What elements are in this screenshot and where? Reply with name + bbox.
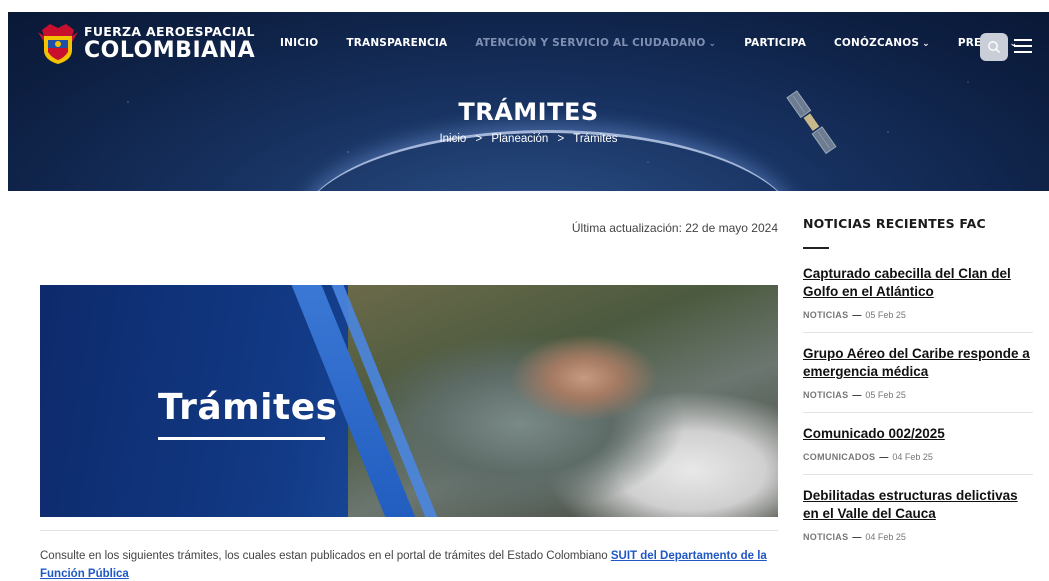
news-title-link[interactable]: Comunicado 002/2025 — [803, 425, 1033, 443]
news-date: 04 Feb 25 — [892, 452, 933, 462]
news-meta: NOTICIAS —05 Feb 25 — [803, 310, 906, 320]
nav-transparencia[interactable]: TRANSPARENCIA — [346, 37, 447, 49]
news-date: 05 Feb 25 — [865, 390, 906, 400]
news-meta: NOTICIAS —05 Feb 25 — [803, 390, 906, 400]
news-category[interactable]: COMUNICADOS — [803, 452, 875, 462]
news-item: Capturado cabecilla del Clan del Golfo e… — [803, 265, 1033, 333]
sidebar-rule — [803, 247, 829, 249]
tramites-banner: Trámites — [40, 285, 778, 517]
breadcrumb-inicio[interactable]: Inicio — [439, 133, 466, 145]
nav-conozcanos[interactable]: CONÓZCANOS ⌄ — [834, 37, 930, 49]
news-title-link[interactable]: Debilitadas estructuras delictivas en el… — [803, 487, 1033, 523]
breadcrumb: Inicio > Planeación > Trámites — [8, 133, 1049, 145]
news-category[interactable]: NOTICIAS — [803, 532, 848, 542]
nav-inicio[interactable]: INICIO — [280, 37, 318, 49]
breadcrumb-current: Trámites — [573, 133, 618, 145]
breadcrumb-separator: > — [557, 133, 565, 145]
news-date: 04 Feb 25 — [865, 532, 906, 542]
news-meta: NOTICIAS —04 Feb 25 — [803, 532, 906, 542]
news-item: Debilitadas estructuras delictivas en el… — [803, 487, 1033, 554]
site-logo[interactable]: FUERZA AEROESPACIAL COLOMBIANA — [38, 22, 255, 66]
intro-text: Consulte en los siguientes trámites, los… — [40, 550, 611, 562]
search-icon — [988, 41, 1000, 53]
news-item: Grupo Aéreo del Caribe responde a emerge… — [803, 345, 1033, 413]
news-title-link[interactable]: Grupo Aéreo del Caribe responde a emerge… — [803, 345, 1033, 381]
nav-participa[interactable]: PARTICIPA — [744, 37, 806, 49]
news-item: Comunicado 002/2025 COMUNICADOS —04 Feb 2… — [803, 425, 1033, 475]
nav-atencion-ciudadano[interactable]: ATENCIÓN Y SERVICIO AL CIUDADANO ⌄ — [475, 37, 716, 49]
banner-title: Trámites — [158, 387, 338, 428]
search-button[interactable] — [980, 33, 1008, 61]
content-divider — [40, 530, 778, 531]
news-category[interactable]: NOTICIAS — [803, 310, 848, 320]
recent-news-sidebar: NOTICIAS RECIENTES FAC Capturado cabecil… — [803, 216, 1033, 566]
banner-underline — [158, 437, 325, 440]
logo-line-2: COLOMBIANA — [84, 37, 256, 63]
satellite-icon — [786, 90, 837, 155]
chevron-down-icon: ⌄ — [708, 39, 717, 49]
chevron-down-icon: ⌄ — [922, 39, 930, 49]
breadcrumb-separator: > — [475, 133, 483, 145]
logo-line-1: FUERZA AEROESPACIAL — [84, 24, 255, 40]
site-header: FUERZA AEROESPACIAL COLOMBIANA INICIO TR… — [8, 12, 1049, 191]
page-title: TRÁMITES — [458, 98, 599, 126]
news-date: 05 Feb 25 — [865, 310, 906, 320]
main-nav: INICIO TRANSPARENCIA ATENCIÓN Y SERVICIO… — [280, 37, 1045, 49]
hamburger-icon[interactable] — [1014, 39, 1032, 55]
news-category[interactable]: NOTICIAS — [803, 390, 848, 400]
news-meta: COMUNICADOS —04 Feb 25 — [803, 452, 933, 462]
sidebar-title: NOTICIAS RECIENTES FAC — [803, 216, 986, 231]
intro-paragraph: Consulte en los siguientes trámites, los… — [40, 547, 780, 581]
last-updated: Última actualización: 22 de mayo 2024 — [571, 221, 778, 235]
news-title-link[interactable]: Capturado cabecilla del Clan del Golfo e… — [803, 265, 1033, 301]
coat-of-arms-icon — [38, 24, 78, 64]
breadcrumb-planeacion[interactable]: Planeación — [491, 133, 548, 145]
